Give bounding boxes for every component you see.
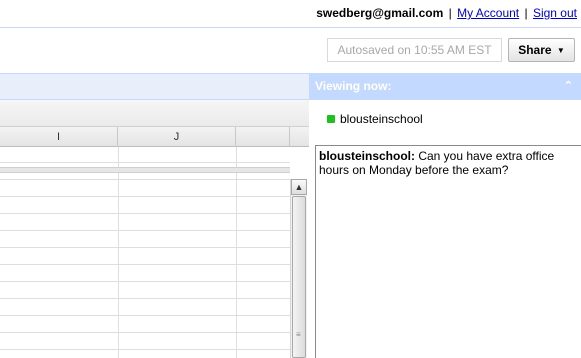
- collapse-icon[interactable]: ⌃: [564, 73, 573, 100]
- viewing-panel-header: Viewing now: ⌃: [309, 73, 581, 100]
- table-row: [0, 315, 290, 316]
- column-header-i[interactable]: I: [0, 127, 118, 147]
- user-email: swedberg@gmail.com: [316, 6, 444, 20]
- table-row: [0, 196, 290, 197]
- chat-log[interactable]: blousteinschool: Can you have extra offi…: [315, 145, 581, 358]
- share-button-label: Share: [518, 43, 552, 57]
- viewer-name: blousteinschool: [340, 112, 423, 126]
- scroll-thumb[interactable]: ≡: [292, 196, 306, 358]
- header-divider: [0, 27, 581, 28]
- separator: |: [448, 6, 452, 20]
- chat-sender: blousteinschool:: [319, 149, 415, 163]
- share-button[interactable]: Share ▼: [508, 38, 575, 62]
- spreadsheet-grid[interactable]: I J ▲ ≡: [0, 127, 309, 358]
- table-row: [0, 332, 290, 333]
- table-row: [0, 298, 290, 299]
- formula-bar: [0, 100, 309, 127]
- viewing-panel: Viewing now: ⌃ blousteinschool bloustein…: [309, 73, 581, 358]
- sheet-toolbar-bar: [0, 73, 309, 100]
- online-status-icon: [327, 115, 335, 123]
- viewing-panel-title: Viewing now:: [315, 79, 392, 93]
- chevron-down-icon: ▼: [556, 46, 565, 55]
- grip-icon: ≡: [296, 330, 301, 339]
- autosave-status: Autosaved on 10:55 AM EST: [327, 38, 502, 62]
- frozen-row-separator: [0, 167, 290, 173]
- separator: |: [524, 6, 528, 20]
- table-row: [0, 230, 290, 231]
- account-bar: swedberg@gmail.com | My Account | Sign o…: [316, 6, 577, 22]
- table-row: [0, 179, 290, 180]
- table-row: [0, 162, 290, 163]
- column-header-j[interactable]: J: [118, 127, 236, 147]
- table-row: [0, 281, 290, 282]
- scroll-up-arrow-icon[interactable]: ▲: [291, 179, 307, 195]
- table-row: [0, 213, 290, 214]
- my-account-link[interactable]: My Account: [457, 6, 519, 20]
- viewer-item[interactable]: blousteinschool: [327, 111, 423, 127]
- table-row: [0, 349, 290, 350]
- vertical-scrollbar[interactable]: ▲ ≡: [290, 179, 307, 358]
- table-row: [0, 264, 290, 265]
- column-headers: I J: [0, 127, 309, 147]
- table-row: [0, 247, 290, 248]
- sign-out-link[interactable]: Sign out: [533, 6, 577, 20]
- column-header-blank[interactable]: [236, 127, 290, 147]
